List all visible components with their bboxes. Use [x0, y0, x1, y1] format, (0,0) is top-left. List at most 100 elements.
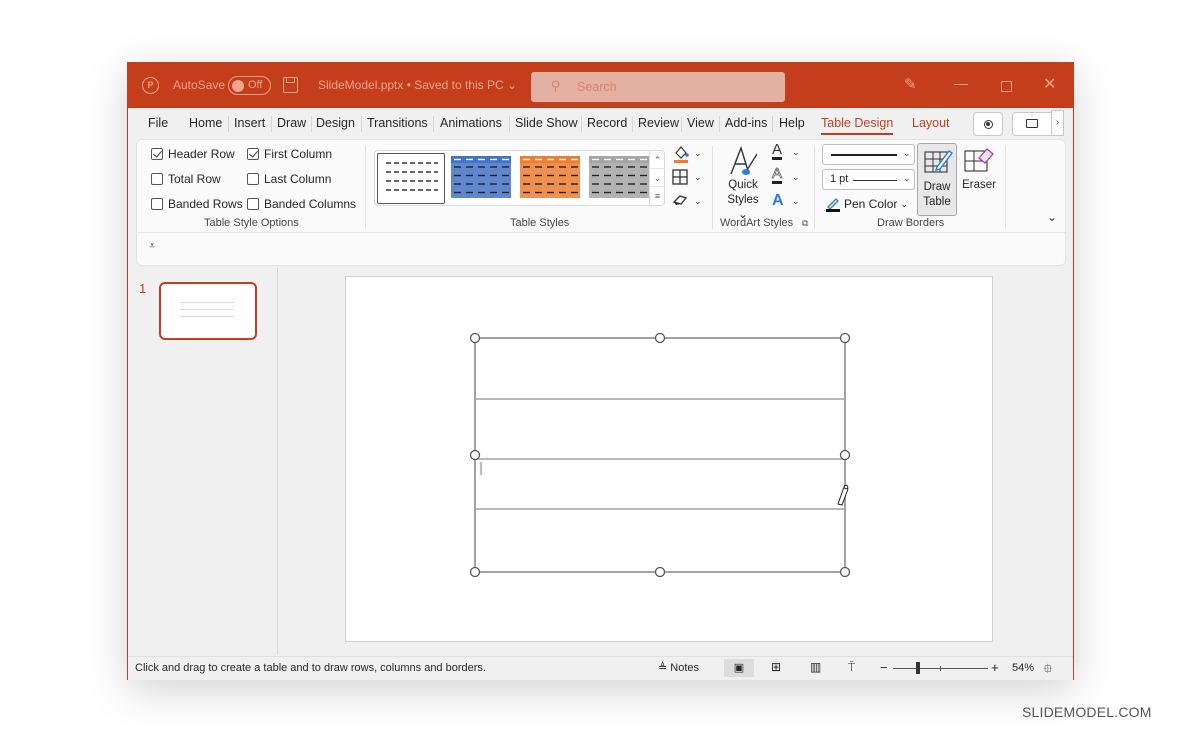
slide-canvas[interactable] [345, 276, 993, 642]
resize-handle[interactable] [469, 332, 481, 344]
header-row-checkbox[interactable]: Header Row [151, 147, 235, 161]
chevron-down-icon: ⌄ [792, 172, 800, 182]
thumbnail-line [180, 309, 234, 310]
slide-sorter-view-button[interactable]: ⊞ [771, 660, 781, 678]
group-label-table-style-options: Table Style Options [204, 217, 299, 229]
quick-styles-icon [730, 145, 758, 175]
search-box[interactable]: ⚲ Search [531, 72, 785, 102]
slide-thumbnail[interactable] [159, 282, 257, 340]
table-style-blue[interactable] [448, 153, 516, 204]
autosave-toggle[interactable]: Off [228, 76, 271, 95]
pen-color-icon [826, 198, 840, 212]
tab-separator [581, 116, 582, 132]
comment-icon [1026, 119, 1038, 128]
tab-help[interactable]: Help [779, 116, 805, 130]
designer-icon[interactable]: ✎ [904, 75, 917, 93]
resize-handle[interactable] [469, 566, 481, 578]
reading-view-button[interactable]: ▥ [810, 660, 821, 678]
tab-view[interactable]: View [687, 116, 714, 130]
group-separator [1005, 146, 1006, 229]
tab-slide-show[interactable]: Slide Show [515, 116, 578, 130]
total-row-checkbox[interactable]: Total Row [151, 172, 221, 186]
autosave-label: AutoSave [173, 78, 226, 92]
resize-handle[interactable] [469, 449, 481, 461]
maximize-button[interactable] [1001, 81, 1012, 92]
tab-layout[interactable]: Layout [912, 116, 950, 130]
dialog-launcher-icon[interactable]: ⧉ [802, 218, 808, 229]
tab-review[interactable]: Review [638, 116, 679, 130]
customize-toolbar-icon[interactable]: ⩡ [149, 240, 155, 253]
last-column-checkbox[interactable]: Last Column [247, 172, 331, 186]
resize-handle[interactable] [839, 332, 851, 344]
gallery-down-button[interactable]: ⌄ [650, 169, 665, 187]
banded-columns-checkbox[interactable]: Banded Columns [247, 197, 356, 211]
effects-icon [672, 195, 688, 205]
pen-color-button[interactable]: Pen Color ⌄ [825, 195, 908, 213]
tab-transitions[interactable]: Transitions [367, 116, 428, 130]
group-label-draw-borders: Draw Borders [877, 217, 945, 229]
tab-record[interactable]: Record [587, 116, 627, 130]
checkbox-unchecked [151, 173, 163, 185]
zoom-percent[interactable]: 54% [1012, 662, 1034, 680]
search-icon: ⚲ [551, 78, 561, 93]
comments-button[interactable] [1012, 112, 1052, 136]
slide-number: 1 [139, 281, 147, 296]
draw-table-button[interactable]: Draw Table [917, 143, 957, 216]
checkbox-unchecked [247, 198, 259, 210]
group-label-table-styles: Table Styles [510, 217, 570, 229]
tab-add-ins[interactable]: Add-ins [725, 116, 767, 130]
notes-button[interactable]: ≜ Notes [658, 661, 699, 679]
gray-table-icon [589, 156, 649, 198]
zoom-slider-midmark [940, 666, 941, 671]
table-style-gray[interactable] [586, 153, 654, 204]
pen-style-dropdown[interactable]: ⌄ [822, 144, 915, 165]
chevron-down-icon: ⌄ [903, 148, 911, 158]
normal-view-button[interactable]: ▣ [724, 659, 754, 677]
save-icon[interactable] [283, 77, 298, 93]
pen-weight-dropdown[interactable]: 1 pt ⌄ [822, 169, 915, 190]
group-separator [365, 146, 366, 229]
table-style-plain[interactable] [377, 153, 445, 204]
tab-design[interactable]: Design [316, 116, 355, 130]
close-button[interactable]: ✕ [1043, 74, 1056, 94]
tab-insert[interactable]: Insert [234, 116, 265, 130]
minimize-button[interactable]: — [954, 75, 968, 91]
slideshow-view-button[interactable]: ⍑ [848, 660, 855, 678]
resize-handle[interactable] [839, 449, 851, 461]
record-button[interactable] [973, 112, 1003, 136]
tab-table-design[interactable]: Table Design [821, 116, 894, 135]
tab-separator [361, 116, 362, 132]
banded-rows-checkbox[interactable]: Banded Rows [151, 197, 243, 211]
draw-table-icon [924, 150, 953, 173]
collapse-ribbon-button[interactable]: ⌄ [1047, 210, 1057, 224]
search-placeholder: Search [577, 80, 617, 94]
tab-draw[interactable]: Draw [277, 116, 306, 130]
first-column-checkbox[interactable]: First Column [247, 147, 332, 161]
tab-home[interactable]: Home [189, 116, 222, 130]
tab-animations[interactable]: Animations [440, 116, 502, 130]
file-name-status[interactable]: SlideModel.pptx • Saved to this PC ⌄ [318, 78, 517, 92]
checkbox-label: First Column [264, 147, 333, 161]
zoom-in-button[interactable]: + [991, 660, 999, 678]
group-separator [712, 146, 713, 229]
status-message: Click and drag to create a table and to … [135, 662, 486, 674]
zoom-slider-thumb[interactable] [916, 662, 920, 674]
resize-handle[interactable] [839, 566, 851, 578]
selection-handles [469, 332, 851, 578]
pen-style-line [831, 154, 897, 156]
resize-handle[interactable] [654, 332, 666, 344]
checkbox-checked [247, 148, 259, 160]
toggle-knob [232, 80, 244, 92]
more-options-button[interactable]: › [1051, 110, 1064, 136]
gallery-up-button[interactable]: ⌃ [650, 151, 665, 169]
fit-to-window-icon[interactable]: ⯐ [1043, 660, 1053, 678]
table-style-orange[interactable] [517, 153, 585, 204]
tab-separator [311, 116, 312, 132]
zoom-out-button[interactable]: − [880, 660, 888, 678]
tab-file[interactable]: File [148, 116, 168, 130]
gallery-more-button[interactable]: ≡ [650, 187, 665, 205]
table-outline[interactable] [474, 337, 846, 573]
resize-handle[interactable] [654, 566, 666, 578]
chevron-down-icon: ⌄ [792, 147, 800, 157]
text-effects-icon: A [772, 192, 784, 209]
